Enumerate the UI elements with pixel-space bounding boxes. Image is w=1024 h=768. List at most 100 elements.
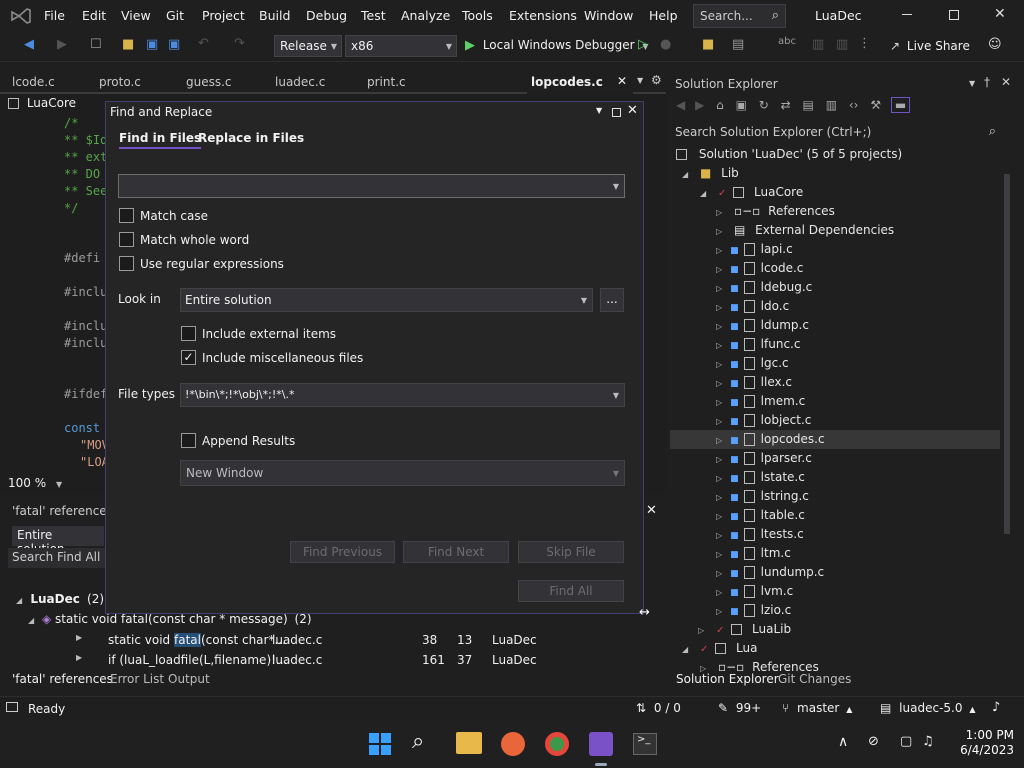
find-next-button[interactable]: Find Next xyxy=(403,541,509,563)
tab-proto[interactable]: proto.c xyxy=(99,75,141,89)
configuration-dropdown[interactable]: Release ▼ xyxy=(274,35,342,57)
volume-icon[interactable]: ♫ xyxy=(922,734,934,749)
terminal-icon[interactable]: >_ xyxy=(633,733,657,755)
tree-file[interactable]: ▷ ■ ltm.c xyxy=(670,544,1000,563)
append-results-checkbox[interactable] xyxy=(181,433,196,448)
table-row[interactable]: ▶ if (luaL_loadfile(L,filename)!... luad… xyxy=(0,650,660,670)
close-panel-icon[interactable]: ✕ xyxy=(646,503,657,518)
tree-file[interactable]: ▷ ■ lmem.c xyxy=(670,392,1000,411)
tree-file[interactable]: ▷ ■ lgc.c xyxy=(670,354,1000,373)
tab-git-changes[interactable]: Git Changes xyxy=(778,672,851,686)
resize-handle-icon[interactable]: ↔ xyxy=(639,605,650,620)
repo-indicator[interactable]: ▤ luadec-5.0 ▲ xyxy=(880,701,975,715)
menu-build[interactable]: Build xyxy=(259,8,290,23)
start-without-debugging-icon[interactable]: ▷ xyxy=(638,37,648,52)
save-icon[interactable]: ▣ xyxy=(146,37,158,52)
visual-studio-icon[interactable] xyxy=(589,732,613,756)
tab-lopcodes[interactable]: lopcodes.c ✕ xyxy=(527,70,633,94)
preview-icon[interactable]: ▬ xyxy=(890,97,911,113)
tree-project-lua[interactable]: ◢ ✓ Lua xyxy=(670,639,1000,658)
undo-icon[interactable]: ↶ xyxy=(198,36,209,51)
include-external-checkbox[interactable] xyxy=(181,326,196,341)
pin-icon[interactable]: † xyxy=(984,75,990,89)
tab-solution-explorer[interactable]: Solution Explorer xyxy=(676,672,779,686)
tree-file[interactable]: ▷ ■ lundump.c xyxy=(670,563,1000,582)
result-window-dropdown[interactable]: New Window ▼ xyxy=(180,460,625,486)
tree-solution-root[interactable]: Solution 'LuaDec' (5 of 5 projects) xyxy=(670,145,1000,164)
close-panel-icon[interactable]: ✕ xyxy=(1001,75,1011,89)
tab-list-icon[interactable]: ▼ xyxy=(637,76,643,85)
back-icon[interactable]: ◀ xyxy=(24,37,34,52)
switch-view-icon[interactable]: ▣ xyxy=(736,98,747,112)
platform-dropdown[interactable]: x86 ▼ xyxy=(345,35,457,57)
dialog-menu-icon[interactable]: ▼ xyxy=(596,106,602,115)
menu-debug[interactable]: Debug xyxy=(306,8,347,23)
use-regex-checkbox[interactable] xyxy=(119,256,134,271)
find-all-button[interactable]: Find All xyxy=(518,580,624,602)
close-tab-icon[interactable]: ✕ xyxy=(617,74,627,88)
search-input[interactable]: Search... ⌕ xyxy=(693,4,786,28)
menu-test[interactable]: Test xyxy=(361,8,386,23)
tree-project-lualib[interactable]: ▷ ✓ LuaLib xyxy=(670,620,1000,639)
skip-file-button[interactable]: Skip File xyxy=(518,541,624,563)
properties-icon[interactable]: ⚒ xyxy=(870,98,881,112)
tree-file[interactable]: ▷ ■ ldo.c xyxy=(670,297,1000,316)
attach-icon[interactable]: ● xyxy=(660,37,671,52)
tab-find-in-files[interactable]: Find in Files xyxy=(119,131,202,149)
tree-folder-lib[interactable]: ◢ ■ Lib xyxy=(670,164,1000,183)
references-search-input[interactable]: Search Find All Re xyxy=(8,548,106,568)
match-whole-word-checkbox[interactable] xyxy=(119,232,134,247)
forward-icon[interactable]: ▶ xyxy=(695,98,704,112)
firefox-icon[interactable] xyxy=(501,732,525,756)
tree-file[interactable]: ▷ ■ ldump.c xyxy=(670,316,1000,335)
tab-replace-in-files[interactable]: Replace in Files xyxy=(198,131,304,145)
open-folder-icon[interactable]: ■ xyxy=(122,37,134,52)
panel-tab-references[interactable]: 'fatal' references xyxy=(12,672,113,686)
folder-view-icon[interactable]: ■ xyxy=(702,37,714,52)
close-window-button[interactable]: ✕ xyxy=(994,6,1006,22)
overflow-icon[interactable]: ⋮ xyxy=(858,36,871,51)
menu-file[interactable]: File xyxy=(44,8,65,23)
match-case-checkbox[interactable] xyxy=(119,208,134,223)
history-icon[interactable]: ↻ xyxy=(759,98,769,112)
settings-icon[interactable]: ⚙ xyxy=(651,73,662,87)
file-explorer-icon[interactable] xyxy=(456,732,482,754)
restore-button[interactable] xyxy=(949,10,959,20)
look-in-dropdown[interactable]: Entire solution ▼ xyxy=(180,288,593,312)
editor-nav-dropdown[interactable]: LuaCore xyxy=(8,96,104,114)
align-icon[interactable]: ▥ xyxy=(812,37,824,52)
tree-references[interactable]: ▷ ▫−▫ References xyxy=(670,202,1000,221)
chevron-up-icon[interactable]: ∧ xyxy=(838,734,848,750)
tab-lcode[interactable]: lcode.c xyxy=(12,75,55,89)
code-icon[interactable]: ‹› xyxy=(849,98,859,112)
redo-icon[interactable]: ↷ xyxy=(234,36,245,51)
chrome-icon[interactable] xyxy=(545,732,569,756)
panel-tab-error-list[interactable]: Error List xyxy=(110,672,164,686)
file-types-combo[interactable]: !*\bin\*;!*\obj\*;!*\.* ▼ xyxy=(180,383,625,407)
tab-guess[interactable]: guess.c xyxy=(186,75,232,89)
include-misc-checkbox[interactable]: ✓ xyxy=(181,350,196,365)
feedback-icon[interactable]: ☺ xyxy=(988,37,1002,52)
live-share-button[interactable]: ↗ Live Share xyxy=(890,39,970,53)
panel-tab-output[interactable]: Output xyxy=(168,672,210,686)
solution-search-input[interactable]: Search Solution Explorer (Ctrl+;) ⌕ xyxy=(672,124,1018,143)
find-previous-button[interactable]: Find Previous xyxy=(290,541,395,563)
tree-file[interactable]: ▷ ■ lstring.c xyxy=(670,487,1000,506)
tree-file[interactable]: ▷ ■ ltests.c xyxy=(670,525,1000,544)
menu-analyze[interactable]: Analyze xyxy=(401,8,450,23)
close-dialog-icon[interactable]: ✕ xyxy=(627,103,638,118)
tree-file[interactable]: ▷ ■ lzio.c xyxy=(670,601,1000,620)
tree-file[interactable]: ▷ ■ lapi.c xyxy=(670,240,1000,259)
new-project-icon[interactable]: ☐ xyxy=(90,37,102,52)
menu-extensions[interactable]: Extensions xyxy=(509,8,577,23)
collapse-icon[interactable]: ▤ xyxy=(803,98,814,112)
display-icon[interactable]: ▢ xyxy=(900,734,912,749)
tree-lua-references[interactable]: ▷ ▫−▫ References xyxy=(670,658,1000,672)
network-icon[interactable]: ⊘ xyxy=(868,734,879,749)
find-what-combo[interactable]: ▼ xyxy=(118,174,625,198)
start-debugging-button[interactable]: ▶ Local Windows Debugger ▼ xyxy=(465,38,649,53)
sync-icon[interactable]: ⇄ xyxy=(781,98,791,112)
result-symbol[interactable]: ◢ ◈ static void fatal(const char * messa… xyxy=(28,612,312,626)
tree-file[interactable]: ▷ ■ lcode.c xyxy=(670,259,1000,278)
tree-file[interactable]: ▷ ■ lfunc.c xyxy=(670,335,1000,354)
